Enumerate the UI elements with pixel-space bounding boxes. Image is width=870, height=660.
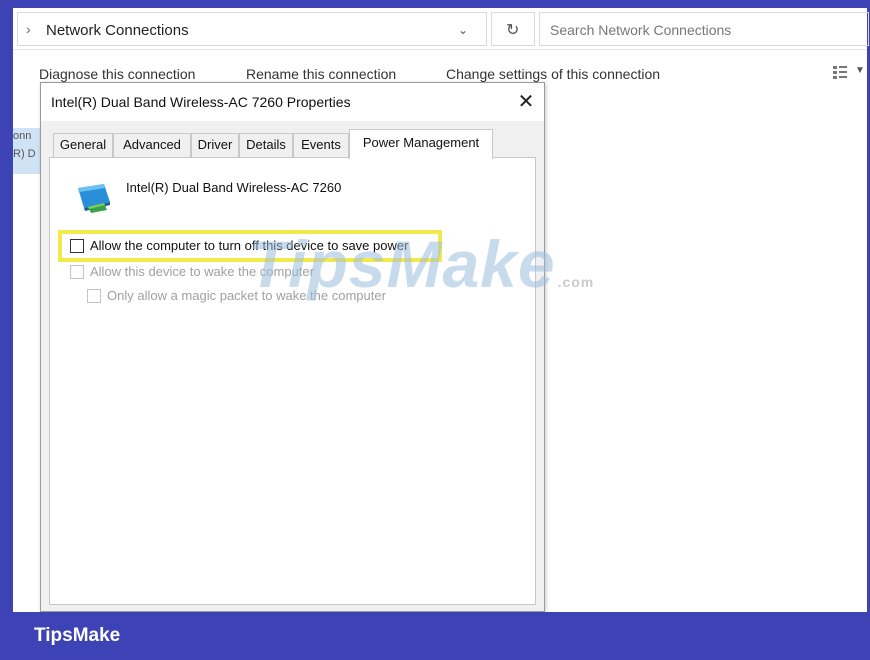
- dialog-title: Intel(R) Dual Band Wireless-AC 7260 Prop…: [51, 94, 351, 110]
- footer-banner: TipsMake: [0, 612, 870, 660]
- address-row: › Network Connections ⌄ ↻ Search Network…: [13, 8, 869, 50]
- address-text[interactable]: Network Connections: [46, 22, 189, 39]
- search-input[interactable]: Search Network Connections: [539, 12, 869, 46]
- network-adapter-icon: [78, 184, 110, 213]
- close-icon[interactable]: ✕: [513, 89, 539, 115]
- address-bar[interactable]: › Network Connections ⌄: [17, 12, 487, 46]
- allow-turn-off-checkbox[interactable]: [70, 239, 84, 253]
- connection-item-device: R) D: [13, 148, 36, 160]
- chevron-down-icon[interactable]: ⌄: [458, 23, 468, 37]
- view-options-icon[interactable]: [833, 66, 847, 80]
- connection-item[interactable]: onn R) D: [13, 128, 41, 174]
- magic-packet-checkbox: [87, 289, 101, 303]
- view-dropdown-icon[interactable]: ▼: [855, 65, 865, 76]
- chevron-right-icon[interactable]: ›: [26, 21, 31, 37]
- tab-events[interactable]: Events: [293, 133, 349, 157]
- tab-details[interactable]: Details: [239, 133, 293, 157]
- watermark: TipsMake .com: [248, 226, 594, 302]
- diagnose-connection-button[interactable]: Diagnose this connection: [39, 66, 195, 82]
- change-settings-button[interactable]: Change settings of this connection: [446, 66, 660, 82]
- power-management-panel: Intel(R) Dual Band Wireless-AC 7260 Allo…: [49, 157, 536, 605]
- refresh-button[interactable]: ↻: [491, 12, 535, 46]
- tab-advanced[interactable]: Advanced: [113, 133, 191, 157]
- frame-left: [0, 0, 13, 612]
- connection-item-name: onn: [13, 130, 32, 142]
- tab-general[interactable]: General: [53, 133, 113, 157]
- footer-brand: TipsMake: [34, 625, 121, 646]
- allow-wake-checkbox: [70, 265, 84, 279]
- dialog-titlebar[interactable]: Intel(R) Dual Band Wireless-AC 7260 Prop…: [41, 83, 544, 121]
- tab-driver[interactable]: Driver: [191, 133, 239, 157]
- frame-top: [0, 0, 870, 8]
- device-name: Intel(R) Dual Band Wireless-AC 7260: [126, 180, 342, 195]
- refresh-icon: ↻: [506, 22, 520, 39]
- watermark-domain: .com: [557, 274, 595, 290]
- watermark-text: TipsMake: [248, 227, 556, 301]
- properties-dialog: Intel(R) Dual Band Wireless-AC 7260 Prop…: [40, 82, 545, 612]
- tab-power-management[interactable]: Power Management: [349, 129, 493, 159]
- rename-connection-button[interactable]: Rename this connection: [246, 66, 396, 82]
- search-placeholder: Search Network Connections: [550, 22, 732, 38]
